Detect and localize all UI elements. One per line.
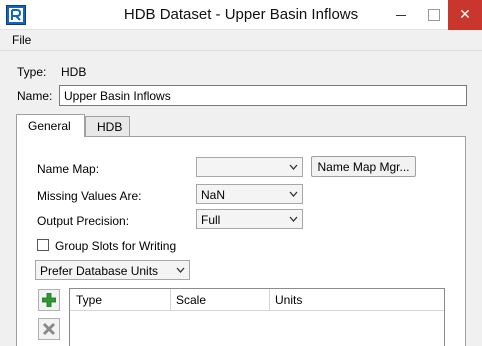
close-button[interactable]: ✕ bbox=[448, 0, 482, 30]
name-map-select[interactable] bbox=[196, 157, 303, 177]
maximize-button[interactable] bbox=[418, 0, 448, 30]
name-map-mgr-button[interactable]: Name Map Mgr... bbox=[311, 156, 416, 177]
minimize-button[interactable] bbox=[384, 0, 418, 30]
units-preference-select[interactable]: Prefer Database Units bbox=[35, 260, 190, 280]
column-header-units[interactable]: Units bbox=[275, 293, 302, 307]
add-button[interactable] bbox=[38, 289, 60, 311]
column-divider[interactable] bbox=[269, 289, 270, 311]
missing-values-label: Missing Values Are: bbox=[37, 189, 142, 203]
missing-values-value: NaN bbox=[201, 188, 226, 202]
name-field[interactable]: Upper Basin Inflows bbox=[59, 85, 467, 106]
name-label: Name: bbox=[17, 89, 53, 103]
column-header-type[interactable]: Type bbox=[76, 293, 102, 307]
units-table-header: Type Scale Units bbox=[70, 289, 444, 311]
title-bar: HDB Dataset - Upper Basin Inflows ✕ bbox=[0, 0, 482, 30]
delete-x-icon bbox=[42, 322, 56, 336]
type-value: HDB bbox=[61, 65, 87, 79]
column-header-scale[interactable]: Scale bbox=[176, 293, 206, 307]
missing-values-select[interactable]: NaN bbox=[196, 184, 303, 204]
tab-general-label: General bbox=[28, 119, 71, 133]
delete-button[interactable] bbox=[38, 318, 60, 340]
output-precision-value: Full bbox=[201, 213, 221, 227]
menu-bar: File bbox=[0, 30, 482, 51]
chevron-down-icon bbox=[289, 191, 298, 197]
tab-general[interactable]: General bbox=[16, 114, 85, 137]
chevron-down-icon bbox=[176, 267, 185, 273]
units-preference-value: Prefer Database Units bbox=[40, 264, 159, 278]
menu-file[interactable]: File bbox=[12, 33, 31, 47]
output-precision-label: Output Precision: bbox=[37, 214, 130, 228]
chevron-down-icon bbox=[289, 216, 298, 222]
output-precision-select[interactable]: Full bbox=[196, 209, 303, 229]
name-map-label: Name Map: bbox=[37, 162, 100, 176]
column-divider[interactable] bbox=[170, 289, 171, 311]
type-label: Type: bbox=[17, 65, 47, 79]
group-slots-checkbox[interactable] bbox=[37, 239, 49, 251]
units-table[interactable]: Type Scale Units bbox=[69, 288, 445, 346]
tab-hdb-label: HDB bbox=[97, 120, 123, 134]
chevron-down-icon bbox=[289, 164, 298, 170]
add-plus-icon bbox=[42, 293, 56, 307]
close-icon: ✕ bbox=[459, 6, 471, 22]
name-map-mgr-label: Name Map Mgr... bbox=[317, 160, 410, 174]
tab-hdb[interactable]: HDB bbox=[85, 116, 130, 136]
group-slots-label: Group Slots for Writing bbox=[55, 239, 177, 253]
